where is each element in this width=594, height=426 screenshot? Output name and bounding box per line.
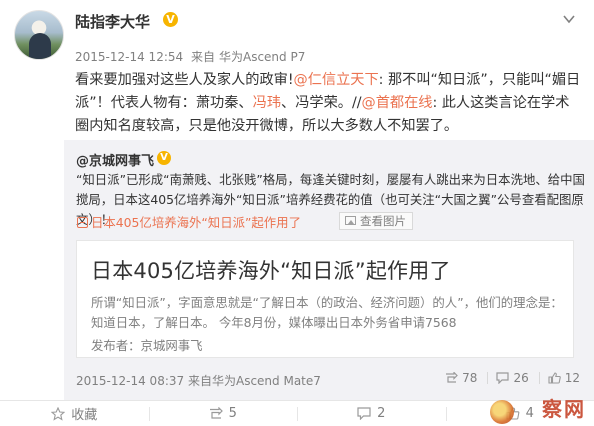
repost-comment-count[interactable]: 26	[496, 371, 529, 385]
thumbs-up-icon	[548, 372, 561, 384]
repost-button[interactable]: 5	[148, 401, 298, 426]
site-watermark: 察网	[484, 396, 592, 426]
link-icon	[77, 217, 88, 228]
share-count-value: 78	[462, 371, 478, 385]
comment-count-value: 2	[377, 406, 386, 421]
article-link-label: 日本405亿培养海外“知日派”起作用了	[91, 215, 301, 230]
article-card-title: 日本405亿培养海外“知日派”起作用了	[91, 259, 451, 283]
verified-badge-icon: V	[163, 12, 178, 27]
watermark-text: 察网	[542, 397, 586, 421]
repost-meta: 2015-12-14 08:37 来自华为Ascend Mate7	[76, 372, 321, 389]
post-meta: 2015-12-14 12:54 来自 华为Ascend P7	[75, 48, 309, 65]
repost-stats: 78 26 12	[437, 371, 580, 385]
view-picture-label: 查看图片	[360, 214, 406, 228]
post-text-part: 、冯学荣。//	[281, 95, 362, 111]
like-count-value: 12	[564, 371, 580, 385]
repost-share-count[interactable]: 78	[445, 371, 477, 385]
weibo-post: 陆指李大华 V 2015-12-14 12:54 来自 华为Ascend P7 看…	[0, 0, 594, 426]
repost-source-prefix: 来自	[187, 374, 212, 388]
post-text-part: 看来要加强对这些人及家人的政审!	[75, 72, 294, 88]
divider	[487, 372, 489, 384]
article-card[interactable]: 日本405亿培养海外“知日派”起作用了 所谓“知日派”，字面意思就是“了解日本（…	[76, 240, 574, 358]
share-icon	[209, 407, 223, 419]
divider	[538, 372, 540, 384]
favorite-label: 收藏	[71, 408, 98, 423]
comment-count-value: 26	[513, 371, 529, 385]
keyword-link[interactable]: 冯玮	[253, 95, 281, 111]
verified-badge-icon: V	[157, 151, 171, 165]
article-card-publisher: 发布者：京城网事飞	[91, 338, 203, 353]
repost-author-name[interactable]: @京城网事飞	[76, 150, 154, 169]
post-source-prefix: 来自	[190, 50, 215, 64]
article-link[interactable]: 日本405亿培养海外“知日派”起作用了	[77, 213, 301, 231]
repost-like-count[interactable]: 12	[548, 371, 580, 385]
avatar[interactable]	[14, 10, 64, 60]
reposted-weibo: @京城网事飞 V “知日派”已形成“南萧贱、北张贱”格局，每逢关键时刻，屡屡有人…	[64, 140, 594, 400]
post-source: 华为Ascend P7	[218, 50, 306, 64]
repost-source: 华为Ascend Mate7	[211, 374, 321, 388]
comment-icon	[357, 407, 371, 420]
mention-link[interactable]: @仁信立天下	[294, 72, 379, 88]
star-icon	[51, 406, 66, 421]
comment-button[interactable]: 2	[297, 401, 446, 426]
mention-link[interactable]: @首都在线	[362, 95, 433, 111]
picture-icon	[345, 216, 356, 225]
post-text: 看来要加强对这些人及家人的政审!@仁信立天下: 那不叫“知日派”，只能叫“媚日派…	[75, 69, 583, 138]
watermark-logo-icon	[490, 400, 514, 424]
repost-timestamp[interactable]: 2015-12-14 08:37	[76, 374, 184, 388]
post-timestamp[interactable]: 2015-12-14 12:54	[75, 50, 183, 64]
repost-count-value: 5	[228, 406, 237, 421]
favorite-button[interactable]: 收藏	[0, 401, 149, 426]
post-author-name[interactable]: 陆指李大华	[75, 11, 150, 32]
comment-icon	[496, 372, 510, 384]
share-icon	[446, 372, 459, 383]
article-card-summary: 所谓“知日派”，字面意思就是“了解日本（的政治、经济问题）的人”，他们的理念是：…	[91, 295, 563, 330]
view-picture-button[interactable]: 查看图片	[339, 212, 413, 230]
chevron-down-icon[interactable]	[562, 12, 576, 26]
